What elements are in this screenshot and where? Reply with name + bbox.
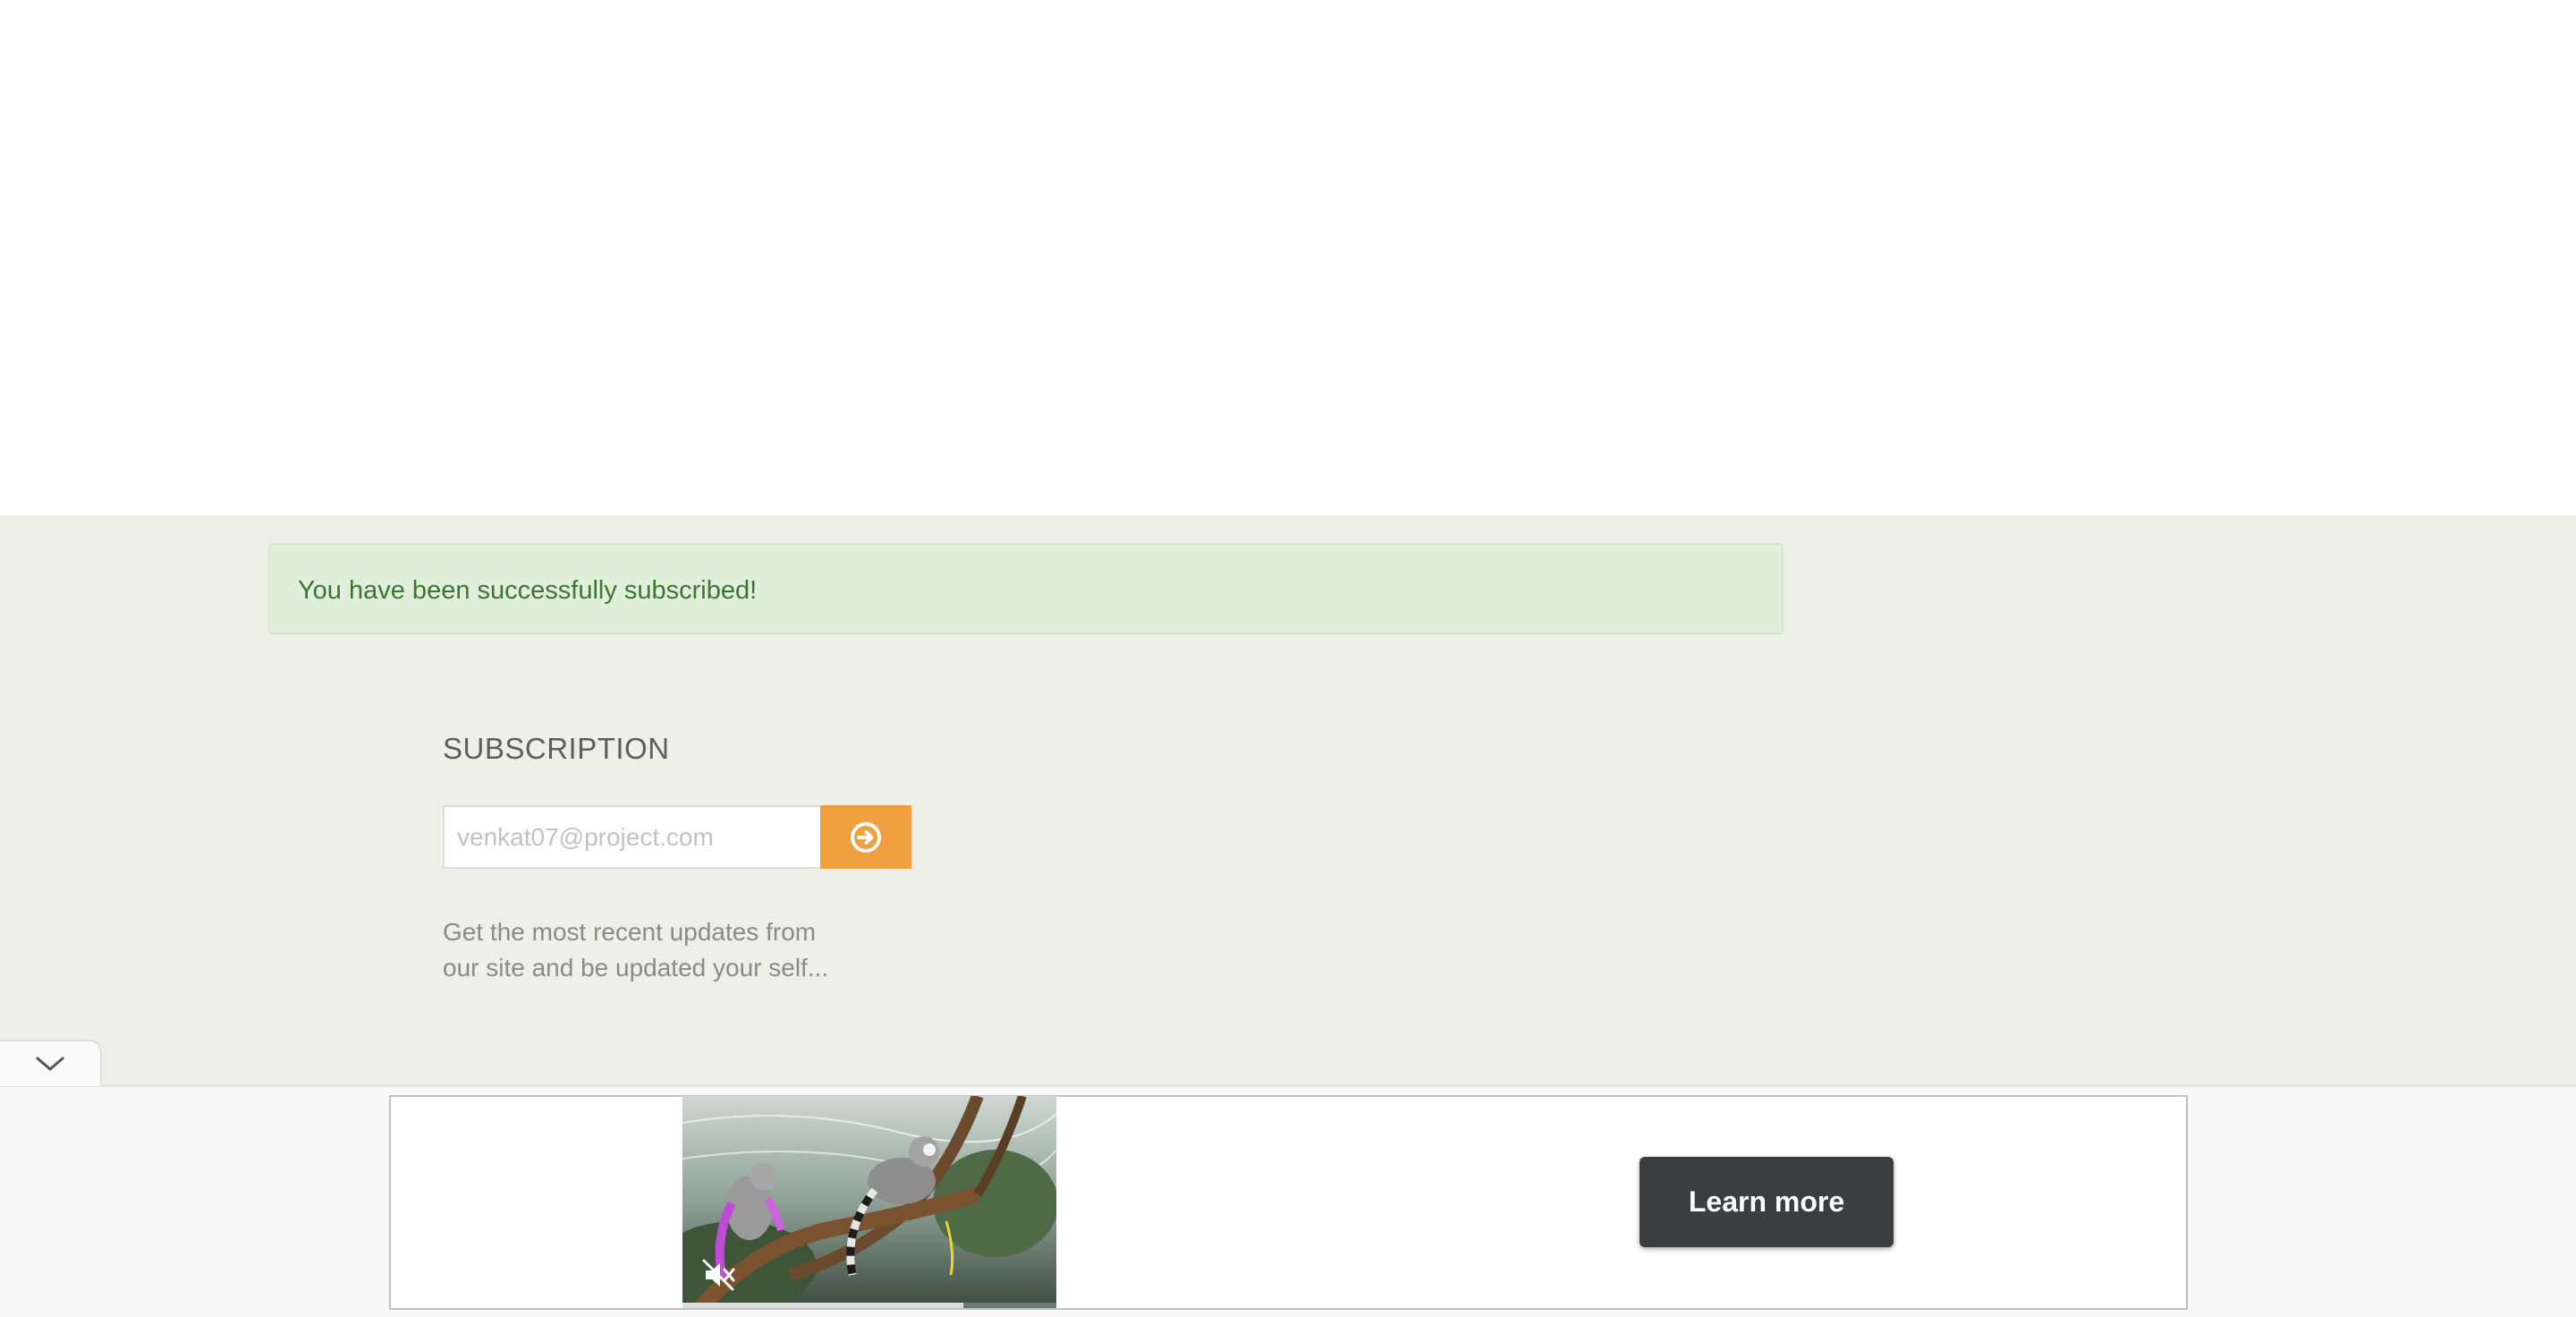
subscription-description: Get the most recent updates from our sit… [443,914,890,986]
collapse-ad-tab[interactable] [0,1040,102,1086]
success-alert: You have been successfully subscribed! [268,543,1784,634]
email-field[interactable] [443,805,822,869]
ad-video-thumbnail[interactable] [682,1096,1056,1308]
page-top-blank-area [0,0,2576,515]
arrow-circle-right-icon [851,821,881,853]
lemur-image [682,1096,1056,1308]
learn-more-button[interactable]: Learn more [1640,1157,1894,1247]
subscribe-button[interactable] [820,805,911,869]
muted-speaker-icon[interactable] [700,1257,736,1293]
chevron-down-icon [36,1057,64,1071]
video-progress-bar [682,1303,1056,1308]
subscription-title: SUBSCRIPTION [443,732,670,765]
description-line: our site and be updated your self... [443,954,829,981]
ad-frame[interactable] [389,1095,2188,1310]
video-progress-fill [682,1303,963,1308]
description-line: Get the most recent updates from [443,918,817,946]
